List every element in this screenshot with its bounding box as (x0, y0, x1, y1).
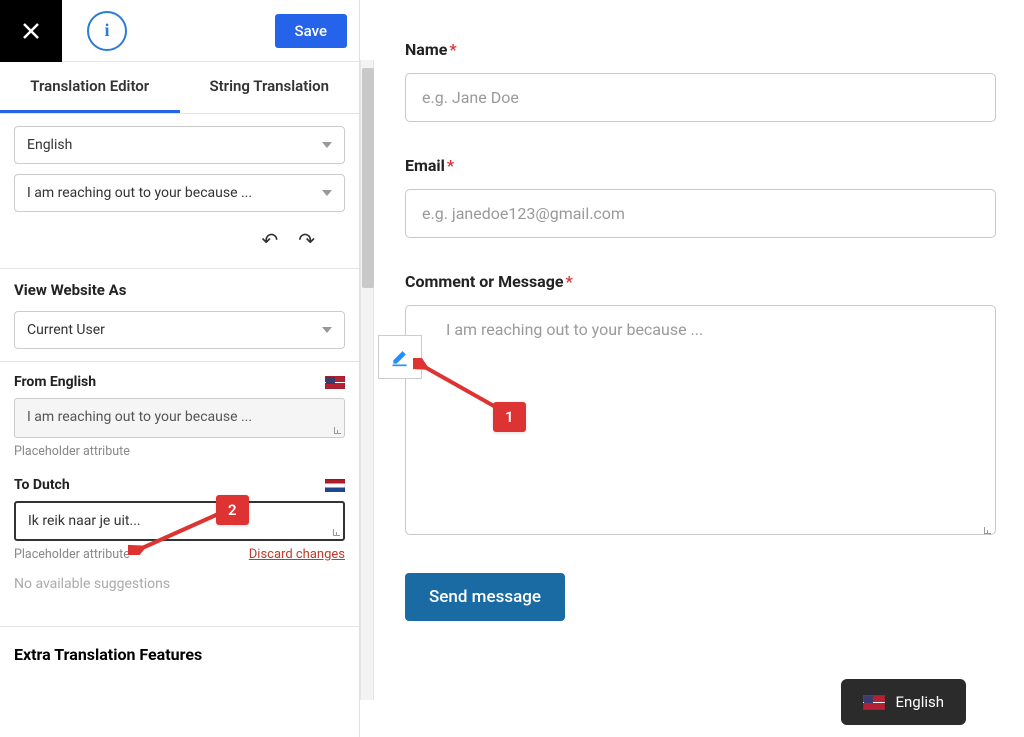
message-label: Comment or Message* (405, 272, 996, 291)
translation-section: From English I am reaching out to your b… (0, 362, 359, 596)
email-label: Email* (405, 156, 996, 175)
from-value: I am reaching out to your because ... (27, 409, 252, 425)
to-label-row: To Dutch (14, 477, 345, 493)
discard-changes-link[interactable]: Discard changes (249, 547, 345, 562)
resize-grip-icon (330, 526, 340, 536)
redo-icon[interactable]: ↷ (298, 228, 315, 252)
email-field[interactable] (405, 189, 996, 238)
string-select-value: I am reaching out to your because ... (27, 185, 252, 201)
string-select[interactable]: I am reaching out to your because ... (14, 174, 345, 212)
email-group: Email* (405, 156, 996, 238)
callout-1: 1 (493, 402, 526, 432)
sidebar-body: English I am reaching out to your becaus… (0, 114, 359, 737)
from-label: From English (14, 374, 96, 390)
view-as-title: View Website As (14, 281, 345, 299)
save-button[interactable]: Save (275, 14, 347, 48)
chevron-down-icon (322, 142, 332, 148)
close-icon (20, 20, 42, 42)
translation-sidebar: i Save Translation Editor String Transla… (0, 0, 360, 737)
to-label: To Dutch (14, 477, 70, 493)
view-as-value: Current User (27, 322, 105, 338)
tab-string-translation[interactable]: String Translation (180, 62, 360, 113)
from-label-row: From English (14, 374, 345, 390)
callout-2: 2 (216, 495, 249, 525)
sidebar-tabs: Translation Editor String Translation (0, 62, 359, 114)
scrollbar-thumb[interactable] (362, 68, 374, 288)
undo-redo-row: ↶ ↷ (14, 222, 345, 256)
name-group: Name* (405, 40, 996, 122)
name-field[interactable] (405, 73, 996, 122)
extra-translation-title: Extra Translation Features (0, 627, 359, 672)
us-flag-icon (863, 695, 885, 710)
source-language-value: English (27, 137, 72, 153)
from-textarea: I am reaching out to your because ... (14, 398, 345, 438)
suggestions-text: No available suggestions (14, 562, 345, 592)
nl-flag-icon (325, 479, 345, 492)
required-asterisk: * (447, 156, 454, 175)
tab-translation-editor[interactable]: Translation Editor (0, 62, 180, 113)
language-switcher-label: English (895, 693, 944, 711)
selectors-section: English I am reaching out to your becaus… (0, 114, 359, 269)
email-label-text: Email (405, 156, 445, 175)
required-asterisk: * (566, 272, 573, 291)
resize-grip-icon (331, 424, 341, 434)
us-flag-icon (325, 376, 345, 389)
pencil-icon (390, 347, 410, 367)
undo-icon[interactable]: ↶ (261, 228, 278, 252)
language-switcher[interactable]: English (841, 679, 966, 725)
chevron-down-icon (322, 327, 332, 333)
source-language-select[interactable]: English (14, 126, 345, 164)
resize-grip-icon (981, 524, 991, 534)
required-asterisk: * (449, 40, 456, 59)
name-label: Name* (405, 40, 996, 59)
view-as-section: View Website As Current User (0, 269, 359, 362)
chevron-down-icon (322, 190, 332, 196)
to-value: Ik reik naar je uit... (28, 513, 141, 529)
view-as-select[interactable]: Current User (14, 311, 345, 349)
info-icon[interactable]: i (87, 11, 127, 51)
from-hint: Placeholder attribute (14, 444, 345, 459)
name-label-text: Name (405, 40, 447, 59)
to-hint: Placeholder attribute (14, 547, 130, 562)
send-message-button[interactable]: Send message (405, 573, 565, 621)
close-button[interactable] (0, 0, 62, 62)
sidebar-header: i Save (0, 0, 359, 62)
scrollbar-track[interactable] (360, 60, 374, 700)
message-label-text: Comment or Message (405, 272, 564, 291)
